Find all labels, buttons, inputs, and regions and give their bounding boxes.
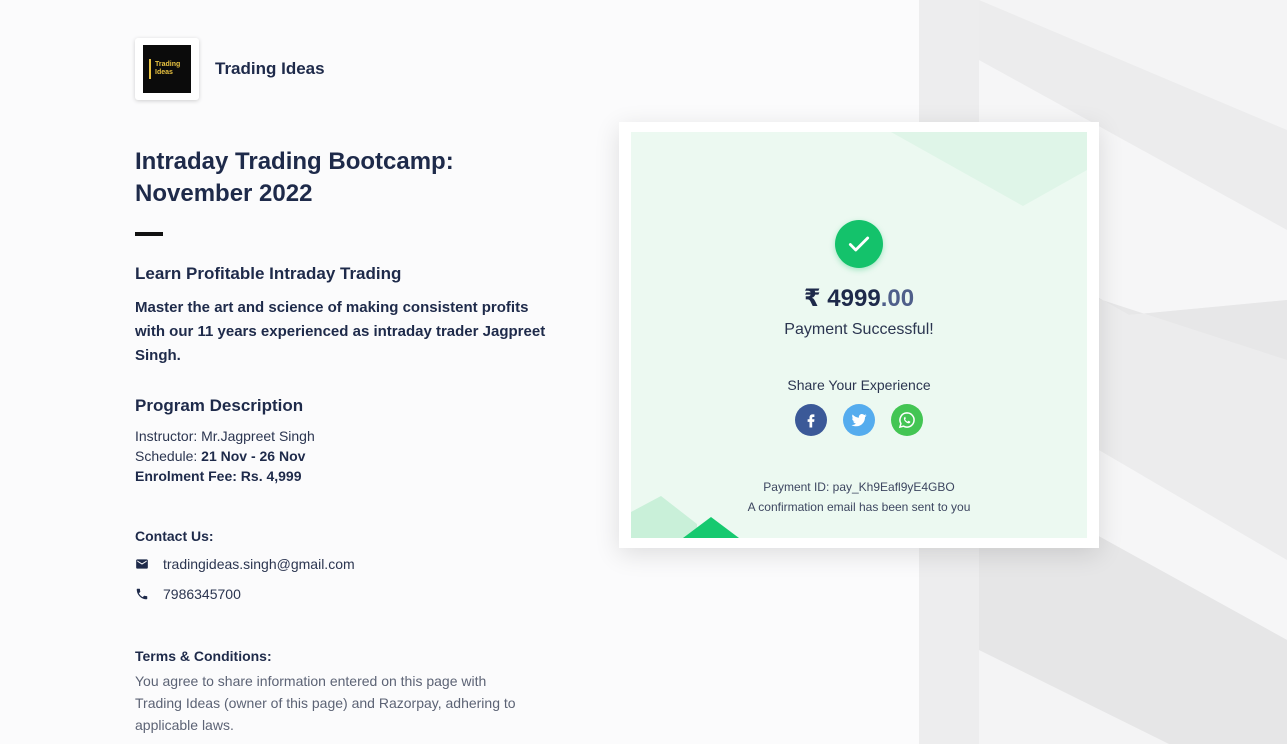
email-text[interactable]: tradingideas.singh@gmail.com <box>163 556 355 572</box>
learn-heading: Learn Profitable Intraday Trading <box>135 264 402 283</box>
logo-text: Trading Ideas <box>155 61 181 76</box>
page-title: Intraday Trading Bootcamp: November 2022 <box>135 148 454 207</box>
share-label: Share Your Experience <box>787 377 931 393</box>
lead-text: Master the art and science of making con… <box>135 299 546 364</box>
schedule-line: Schedule: 21 Nov - 26 Nov <box>135 448 306 464</box>
terms-text: You agree to share information entered o… <box>135 673 516 733</box>
instructor-line: Instructor: Mr.Jagpreet Singh <box>135 428 315 444</box>
fee-line: Enrolment Fee: Rs. 4,999 <box>135 468 302 484</box>
facebook-icon <box>807 414 815 428</box>
whatsapp-icon <box>898 412 915 429</box>
payment-success-card: ₹ 4999.00 Payment Successful! Share Your… <box>619 122 1099 548</box>
payment-amount: ₹ 4999.00 <box>803 285 915 312</box>
check-icon <box>848 236 870 252</box>
success-check <box>835 220 883 268</box>
payment-status: Payment Successful! <box>784 321 934 338</box>
whatsapp-share-button[interactable] <box>891 404 923 436</box>
payment-id: Payment ID: pay_Kh9Eafl9yE4GBO <box>763 480 955 494</box>
title-divider <box>135 232 163 236</box>
brand-header: Trading Ideas Trading Ideas <box>135 38 555 100</box>
phone-text[interactable]: 7986345700 <box>163 586 241 602</box>
contact-phone[interactable]: 7986345700 <box>135 584 555 604</box>
left-column: Trading Ideas Trading Ideas Intraday Tra… <box>135 38 555 736</box>
twitter-icon <box>851 414 867 427</box>
phone-icon <box>136 588 148 600</box>
brand-logo: Trading Ideas <box>135 38 199 100</box>
program-heading: Program Description <box>135 396 304 415</box>
payment-success-panel: ₹ 4999.00 Payment Successful! Share Your… <box>631 132 1087 538</box>
twitter-share-button[interactable] <box>843 404 875 436</box>
confirmation-text: A confirmation email has been sent to yo… <box>747 500 971 514</box>
contact-heading: Contact Us: <box>135 528 214 544</box>
program-details: Instructor: Mr.Jagpreet Singh Schedule: … <box>135 426 555 486</box>
mail-icon <box>136 559 148 569</box>
share-buttons <box>631 404 1087 436</box>
terms-heading: Terms & Conditions: <box>135 648 272 664</box>
facebook-share-button[interactable] <box>795 404 827 436</box>
brand-name: Trading Ideas <box>215 59 325 78</box>
contact-email[interactable]: tradingideas.singh@gmail.com <box>135 554 555 574</box>
